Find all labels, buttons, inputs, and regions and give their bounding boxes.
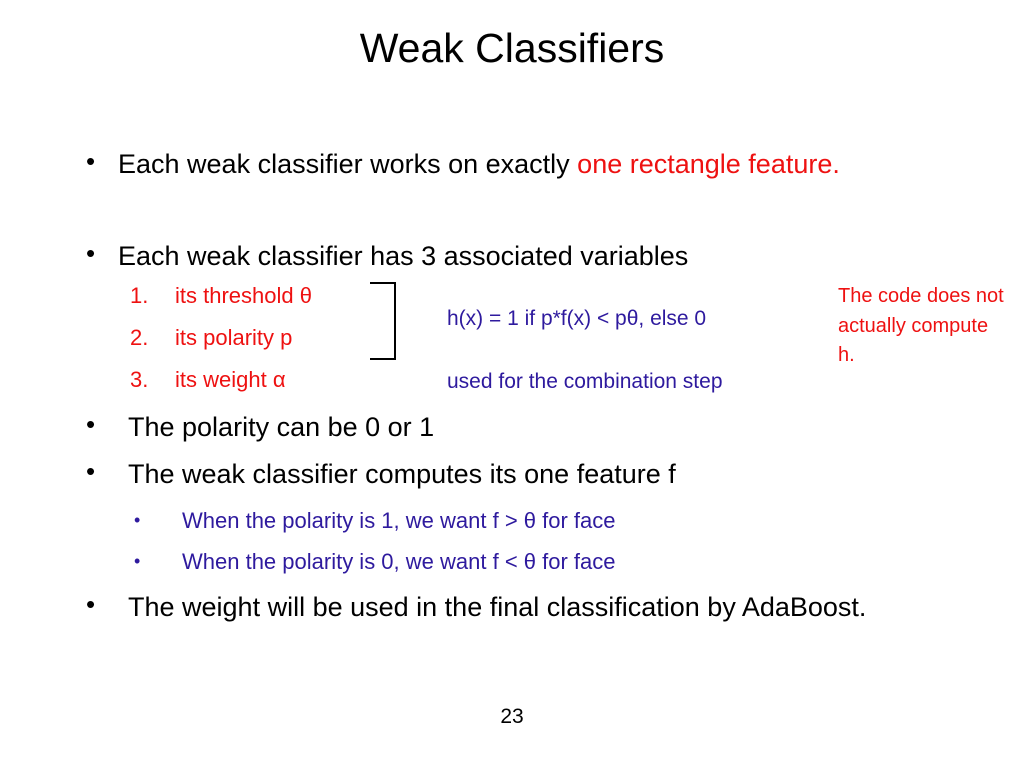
bullet-marker: • — [86, 589, 96, 619]
bullet-marker: • — [86, 238, 96, 268]
bullet-text: Each weak classifier works on exactly on… — [118, 148, 923, 181]
bullet-item: • The weight will be used in the final c… — [86, 591, 946, 624]
numbered-list-label: its weight α — [175, 367, 286, 392]
bullet-item: • The weak classifier computes its one f… — [86, 458, 946, 491]
sub-bullet-marker: • — [134, 510, 141, 530]
page-number: 23 — [500, 705, 524, 728]
slide: Weak Classifiers • Each weak classifier … — [0, 0, 1024, 768]
sub-bullet-text: When the polarity is 0, we want f < θ fo… — [182, 549, 616, 574]
bullet-marker: • — [86, 409, 96, 439]
sub-bullet-marker: • — [134, 551, 141, 571]
slide-body: • Each weak classifier works on exactly … — [0, 0, 1024, 768]
bullet-text: The polarity can be 0 or 1 — [128, 412, 435, 442]
sub-bullet-item: • When the polarity is 0, we want f < θ … — [134, 549, 616, 575]
right-bracket-shape — [370, 282, 396, 360]
bullet-marker: • — [86, 146, 96, 176]
numbered-list-marker: 1. — [130, 283, 149, 308]
bracket-vertical-bar — [394, 282, 396, 360]
formula-equation: h(x) = 1 if p*f(x) < pθ, else 0 — [447, 307, 707, 330]
bullet-text: The weak classifier computes its one fea… — [128, 459, 676, 489]
numbered-list-item: 3. its weight α — [130, 367, 410, 409]
bracket-top-arm — [370, 282, 396, 284]
bracket-bottom-arm — [370, 358, 396, 360]
numbered-list-item: 2. its polarity p — [130, 325, 410, 367]
numbered-list: 1. its threshold θ 2. its polarity p 3. … — [130, 283, 410, 409]
side-note: The code does not actually compute h. — [838, 285, 1004, 367]
numbered-list-marker: 3. — [130, 367, 149, 392]
bullet-marker: • — [86, 456, 96, 486]
sub-bullet-item: • When the polarity is 1, we want f > θ … — [134, 508, 616, 534]
bullet-text: The weight will be used in the final cla… — [128, 592, 867, 622]
numbered-list-marker: 2. — [130, 325, 149, 350]
bullet-item: • The polarity can be 0 or 1 — [86, 411, 936, 444]
bullet-text-black: Each weak classifier works on exactly — [118, 149, 578, 179]
bullet-item: • Each weak classifier has 3 associated … — [86, 240, 936, 273]
bullet-text: Each weak classifier has 3 associated va… — [118, 241, 689, 271]
formula-note: used for the combination step — [447, 370, 723, 393]
numbered-list-item: 1. its threshold θ — [130, 283, 410, 325]
sub-bullet-text: When the polarity is 1, we want f > θ fo… — [182, 508, 616, 533]
bullet-item: • Each weak classifier works on exactly … — [86, 148, 936, 181]
bullet-text-highlight: one rectangle feature. — [577, 149, 840, 179]
